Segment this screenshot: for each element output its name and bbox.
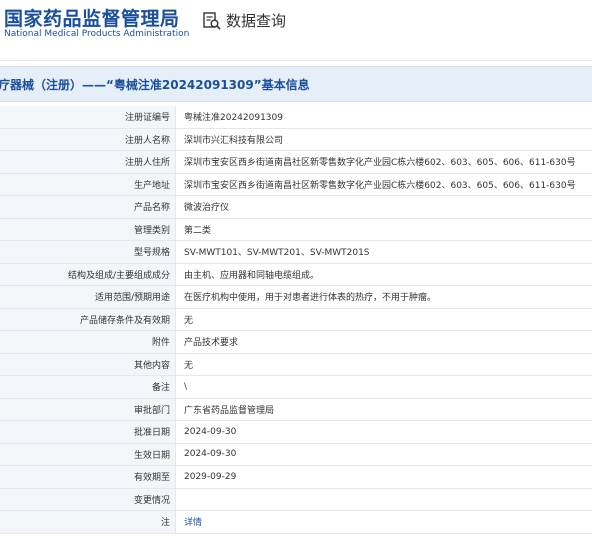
row-label: 批准日期: [0, 420, 176, 444]
row-value: [175, 488, 592, 511]
row-label: 注: [0, 510, 176, 534]
table-row: 生产地址 深圳市宝安区西乡街道南昌社区新零售数字化产业园C栋六楼602、603、6…: [0, 173, 592, 196]
table-row: 注册人住所 深圳市宝安区西乡街道南昌社区新零售数字化产业园C栋六楼602、603、…: [0, 150, 592, 174]
row-label: 产品名称: [0, 195, 176, 219]
row-label: 型号规格: [0, 240, 176, 264]
data-query-title: 数据查询: [226, 12, 287, 30]
row-value: 2024-09-30: [175, 443, 592, 466]
row-value: 详情: [175, 510, 592, 534]
row-label: 附件: [0, 330, 176, 354]
table-row: 审批部门 广东省药品监督管理局: [0, 398, 592, 421]
table-row: 注册证编号 粤械注准20242091309: [0, 106, 592, 129]
row-value: 2024-09-30: [175, 420, 592, 444]
row-label: 审批部门: [0, 398, 176, 421]
row-value: 粤械注准20242091309: [175, 106, 592, 129]
row-value: 产品技术要求: [175, 330, 592, 354]
table-row: 备注 \: [0, 375, 592, 399]
row-label: 结构及组成/主要组成成分: [0, 263, 176, 286]
table-row: 产品储存条件及有效期无: [0, 308, 592, 331]
site-header: 国家药品监督管理局 National Medical Products Admi…: [0, 0, 592, 58]
row-label: 注册人住所: [0, 150, 176, 174]
site-logo-title[interactable]: 国家药品监督管理局: [4, 4, 180, 31]
data-query-section: 数据查询: [202, 10, 286, 31]
table-row: 生效日期 2024-09-30: [0, 443, 592, 466]
header-divider: [0, 60, 592, 61]
row-value: 深圳市宝安区西乡街道南昌社区新零售数字化产业园C栋六楼602、603、605、6…: [175, 150, 592, 174]
detail-title-bar: 疗器械（注册）——“粤械注准20242091309”基本信息: [0, 66, 592, 102]
info-table: 注册证编号 粤械注准20242091309 注册人名称 深圳市兴汇科技有限公司 注册人住…: [0, 106, 592, 534]
table-row: 有效期至 2029-09-29: [0, 465, 592, 489]
table-row: 批准日期 2024-09-30: [0, 420, 592, 444]
details-link[interactable]: 详情: [184, 518, 202, 528]
site-logo-subtitle: National Medical Products Administration: [4, 29, 190, 39]
row-label: 变更情况: [0, 488, 176, 511]
row-value: 深圳市宝安区西乡街道南昌社区新零售数字化产业园C栋六楼602、603、605、6…: [175, 173, 592, 196]
page-title: 疗器械（注册）——“粤械注准20242091309”基本信息: [0, 78, 310, 92]
table-row: 管理类别 第二类: [0, 218, 592, 241]
row-label: 生效日期: [0, 443, 176, 466]
row-value: 2029-09-29: [175, 465, 592, 489]
row-value: 深圳市兴汇科技有限公司: [175, 128, 592, 151]
row-value: 微波治疗仪: [175, 195, 592, 219]
table-row: 其他内容无: [0, 353, 592, 376]
table-row: 注册人名称 深圳市兴汇科技有限公司: [0, 128, 592, 151]
row-label: 注册人名称: [0, 128, 176, 151]
table-row: 型号规格 SV-MWT101、SV-MWT201、SV-MWT201S: [0, 240, 592, 264]
search-document-icon: [202, 11, 222, 31]
table-row: 适用范围/预期用途 在医疗机构中使用，用于对患者进行体表的热疗，不用于肿瘤。: [0, 285, 592, 309]
table-row: 附件 产品技术要求: [0, 330, 592, 354]
row-label: 其他内容: [0, 353, 176, 376]
row-value: 无: [175, 308, 592, 331]
row-label: 有效期至: [0, 465, 176, 489]
row-label: 注册证编号: [0, 106, 176, 129]
row-value: 无: [175, 353, 592, 376]
row-label: 适用范围/预期用途: [0, 285, 176, 309]
table-row: 结构及组成/主要组成成分 由主机、应用器和同轴电缆组成。: [0, 263, 592, 286]
table-row: 注详情: [0, 510, 592, 534]
row-value: 第二类: [175, 218, 592, 241]
row-value: SV-MWT101、SV-MWT201、SV-MWT201S: [175, 240, 592, 264]
row-label: 生产地址: [0, 173, 176, 196]
row-value: 在医疗机构中使用，用于对患者进行体表的热疗，不用于肿瘤。: [175, 285, 592, 309]
table-row: 变更情况: [0, 488, 592, 511]
row-label: 管理类别: [0, 218, 176, 241]
row-label: 备注: [0, 375, 176, 399]
row-value: \: [175, 375, 592, 399]
row-label: 产品储存条件及有效期: [0, 308, 176, 331]
table-row: 产品名称 微波治疗仪: [0, 195, 592, 219]
row-value: 由主机、应用器和同轴电缆组成。: [175, 263, 592, 286]
row-value: 广东省药品监督管理局: [175, 398, 592, 421]
